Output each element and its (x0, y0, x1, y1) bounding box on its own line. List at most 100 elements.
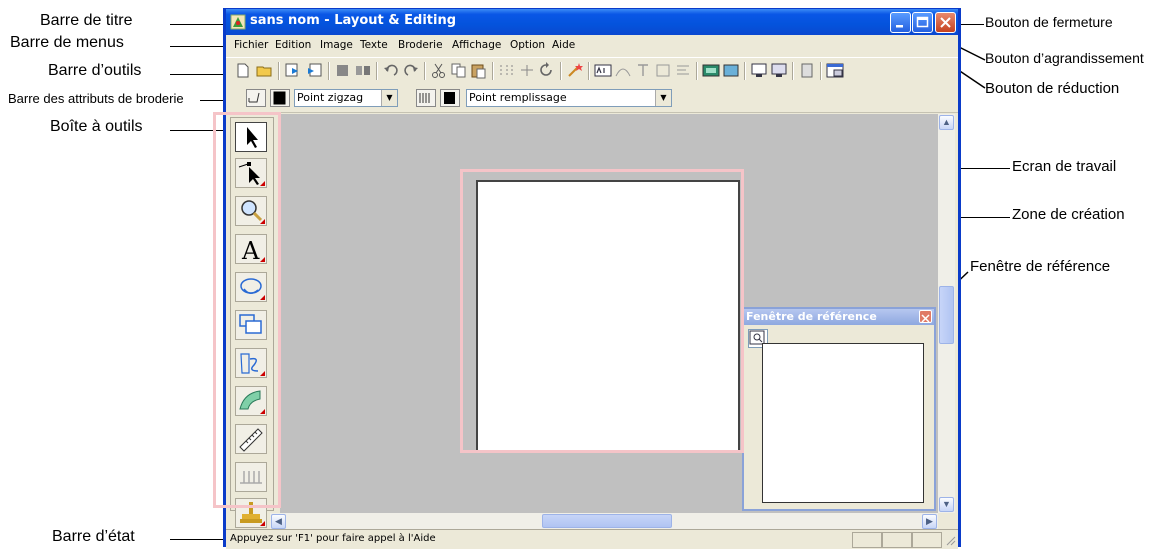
stitch-tool[interactable] (235, 386, 267, 416)
text-vertical-icon[interactable] (634, 62, 652, 79)
status-panel (882, 532, 912, 548)
reference-preview[interactable] (762, 343, 924, 503)
export-icon[interactable] (306, 62, 324, 79)
leader-line (170, 74, 226, 75)
text-fit-icon[interactable] (654, 62, 672, 79)
toolbar-separator (328, 62, 330, 80)
reference-window-close-button[interactable] (919, 310, 932, 323)
menu-fichier[interactable]: Fichier (234, 39, 268, 51)
status-bar: Appuyez sur 'F1' pour faire appel à l'Ai… (226, 529, 958, 549)
status-panel (852, 532, 882, 548)
status-text: Appuyez sur 'F1' pour faire appel à l'Ai… (230, 533, 436, 544)
leader-line (170, 130, 228, 131)
line-stitch-select[interactable]: Point zigzag ▼ (294, 89, 398, 107)
embroidery-attributes-bar: Point zigzag ▼ Point remplissage ▼ (226, 84, 958, 113)
reference-window: Fenêtre de référence (742, 307, 936, 511)
reference-window-title[interactable]: Fenêtre de référence (744, 309, 934, 325)
transfer-icon[interactable] (354, 62, 372, 79)
line-sew-icon (248, 92, 260, 103)
submenu-indicator (260, 219, 265, 224)
cut-icon[interactable] (430, 62, 448, 79)
text-on-path-icon[interactable] (614, 62, 632, 79)
select-tool[interactable] (235, 122, 267, 152)
mirror-icon[interactable] (498, 62, 516, 79)
scroll-down-button[interactable]: ▼ (939, 497, 954, 512)
vertical-scroll-thumb[interactable] (939, 286, 954, 344)
vertical-scrollbar[interactable]: ▲ ▼ (938, 114, 955, 513)
toolbar-separator (278, 62, 280, 80)
scroll-up-button[interactable]: ▲ (939, 115, 954, 130)
menu-texte[interactable]: Texte (360, 39, 388, 51)
flip-icon[interactable] (518, 62, 536, 79)
menu-image[interactable]: Image (320, 39, 353, 51)
region-sew-button[interactable] (416, 89, 436, 107)
write-card-icon[interactable] (798, 62, 816, 79)
measure-tool[interactable] (235, 424, 267, 454)
stitch-preview-icon[interactable] (750, 62, 768, 79)
menu-broderie[interactable]: Broderie (398, 39, 443, 51)
open-folder-icon[interactable] (256, 62, 274, 79)
region-color-button[interactable] (440, 89, 460, 107)
shape-tool[interactable] (235, 272, 267, 302)
stop-icon[interactable] (334, 62, 352, 79)
manual-punch-tool[interactable] (235, 462, 267, 492)
toolbar-separator (744, 62, 746, 80)
scroll-left-button[interactable]: ◀ (271, 514, 286, 529)
realistic-preview-icon[interactable] (770, 62, 788, 79)
close-icon (940, 17, 951, 28)
window-layout-icon[interactable] (826, 62, 844, 79)
resize-grip-icon[interactable] (944, 534, 956, 546)
annotation-status-bar: Barre d’état (52, 528, 135, 545)
hoop-icon[interactable] (722, 62, 740, 79)
manual-punch-icon (240, 471, 262, 484)
menu-affichage[interactable]: Affichage (452, 39, 501, 51)
submenu-indicator (260, 257, 265, 262)
line-sew-button[interactable] (246, 89, 266, 107)
undo-icon[interactable] (382, 62, 400, 79)
copy-icon[interactable] (450, 62, 468, 79)
toolbar-separator (424, 62, 426, 80)
rotate-icon[interactable] (538, 62, 556, 79)
submenu-indicator (260, 295, 265, 300)
text-arrange-icon[interactable] (674, 62, 692, 79)
title-bar[interactable]: sans nom - Layout & Editing (226, 9, 958, 35)
point-edit-tool[interactable] (235, 158, 267, 188)
maximize-button[interactable] (912, 12, 933, 33)
line-color-button[interactable] (270, 89, 290, 107)
submenu-indicator (260, 371, 265, 376)
annotation-close-button: Bouton de fermeture (985, 14, 1113, 30)
horizontal-scroll-thumb[interactable] (542, 514, 672, 528)
new-file-icon[interactable] (234, 62, 252, 79)
color-swatch-icon (273, 91, 286, 105)
text-abc-icon[interactable] (594, 62, 612, 79)
svg-text:A: A (241, 237, 260, 263)
zoom-tool[interactable] (235, 196, 267, 226)
leader-line (170, 24, 226, 25)
annotation-menu-bar: Barre de menus (10, 34, 124, 51)
close-button[interactable] (935, 12, 956, 33)
toolbar-separator (588, 62, 590, 80)
horizontal-scrollbar[interactable]: ◀ ▶ (270, 513, 938, 529)
design-page-icon[interactable] (702, 62, 720, 79)
menu-option[interactable]: Option (510, 39, 545, 51)
menu-aide[interactable]: Aide (552, 39, 575, 51)
fill-stitch-select[interactable]: Point remplissage ▼ (466, 89, 672, 107)
import-icon[interactable] (284, 62, 302, 79)
minimize-button[interactable] (890, 12, 911, 33)
region-sew-icon (419, 93, 430, 103)
menu-edition[interactable]: Edition (275, 39, 311, 51)
annotation-design-page: Zone de création (1012, 206, 1125, 223)
scroll-right-button[interactable]: ▶ (922, 514, 937, 529)
design-page[interactable] (476, 180, 740, 452)
freehand-tool[interactable] (235, 348, 267, 378)
submenu-indicator (260, 521, 265, 526)
rectangle-tool[interactable] (235, 310, 267, 340)
app-window: sans nom - Layout & Editing Fichier Edit… (223, 8, 961, 549)
leader-line (170, 539, 226, 540)
magic-wand-icon[interactable] (566, 62, 584, 79)
status-panel (912, 532, 942, 548)
stamp-tool[interactable] (235, 498, 267, 528)
redo-icon[interactable] (402, 62, 420, 79)
text-tool[interactable]: A (235, 234, 267, 265)
paste-icon[interactable] (470, 62, 488, 79)
